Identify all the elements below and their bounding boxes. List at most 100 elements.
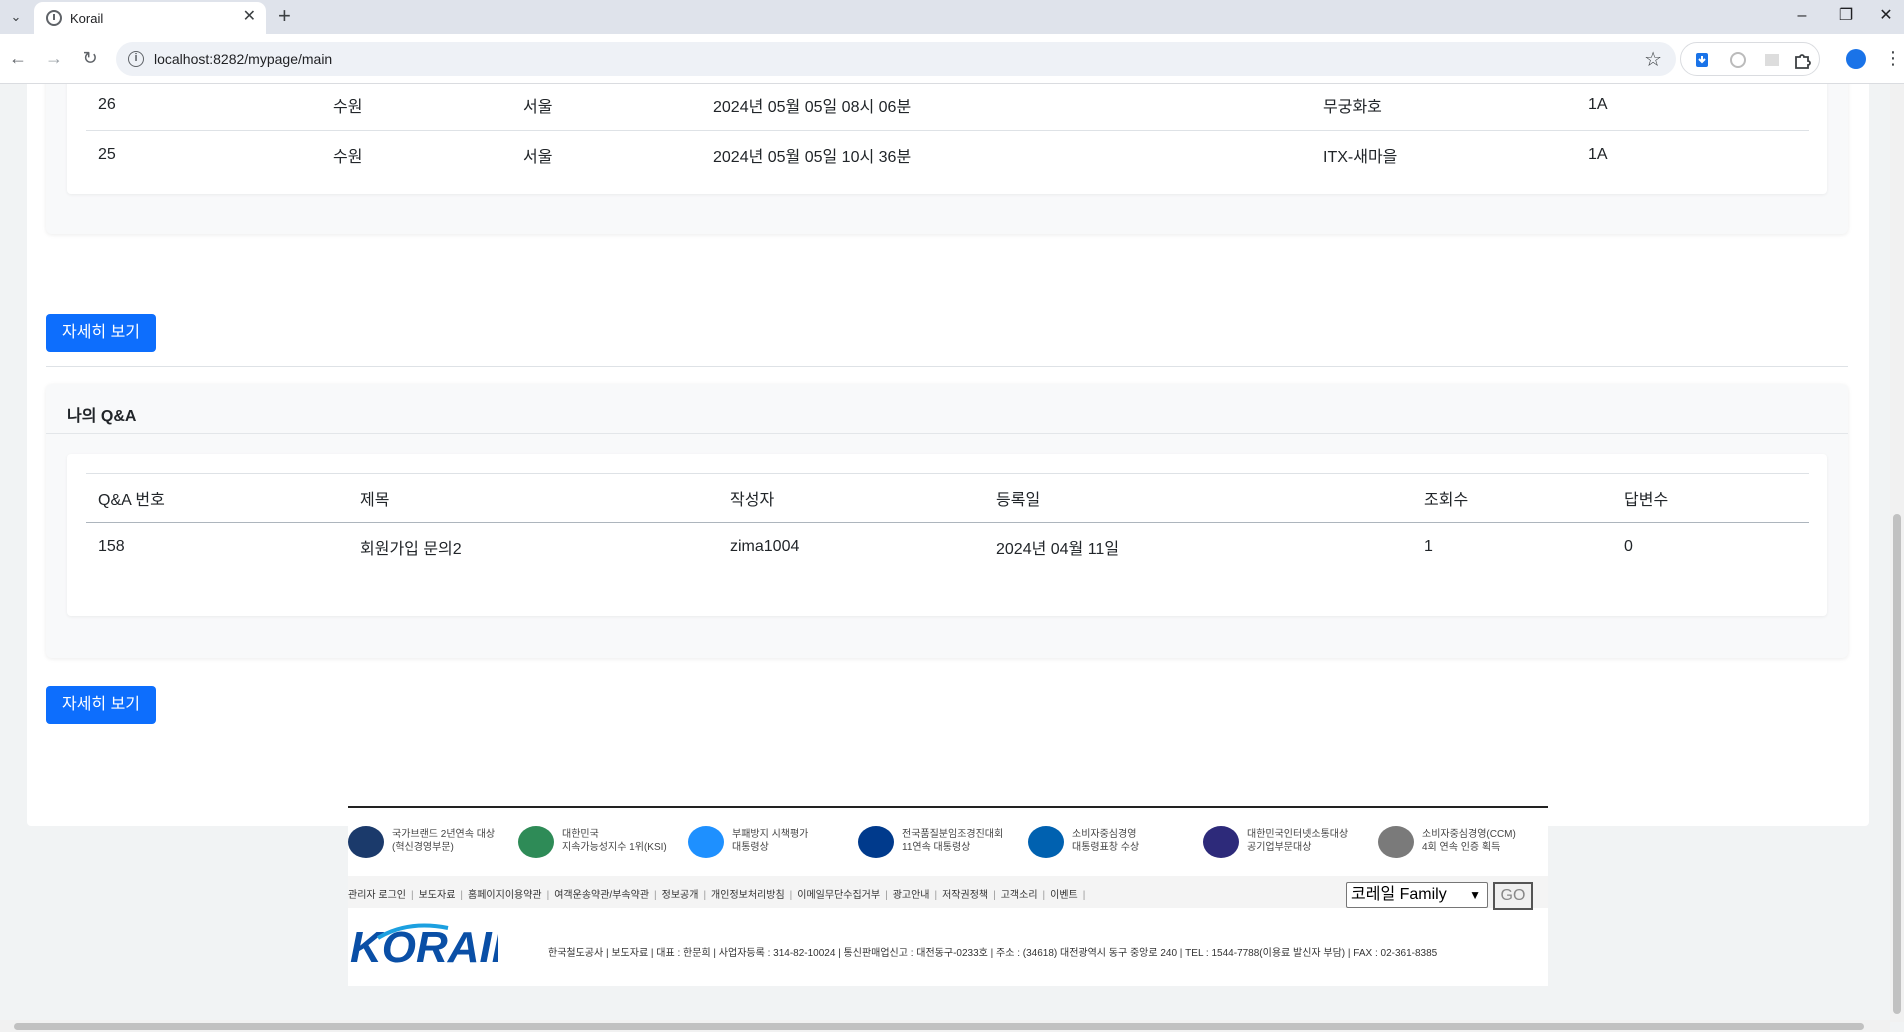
reservation-no: 26	[86, 84, 321, 131]
reservation-datetime: 2024년 05월 05일 08시 06분	[701, 84, 1311, 131]
tab-favicon-icon	[46, 10, 62, 26]
korail-logo[interactable]: KORAIL	[348, 918, 498, 976]
minimize-icon[interactable]: –	[1782, 4, 1822, 28]
footer-link[interactable]: 고객소리	[1001, 890, 1038, 901]
company-info: 한국철도공사 | 보도자료 | 대표 : 한문희 | 사업자등록 : 314-8…	[548, 948, 1438, 959]
footer-link[interactable]: 이벤트	[1050, 890, 1078, 901]
footer-link[interactable]: 광고안내	[893, 890, 930, 901]
ccm-award-icon	[1378, 826, 1414, 858]
family-go-button[interactable]: GO	[1493, 882, 1533, 910]
link-separator: |	[410, 890, 414, 901]
icsi-award-icon	[1203, 826, 1239, 858]
award-text: 전국품질분임조경진대회 11연속 대통령상	[902, 829, 1004, 853]
award-text: 국가브랜드 2년연속 대상 (혁신경영부문)	[392, 829, 496, 853]
reservation-table: 26 수원 서울 2024년 05월 05일 08시 06분 무궁화호 1A 2…	[86, 84, 1809, 179]
qna-author: zima1004	[730, 538, 800, 556]
award-text: 부패방지 시책평가 대통령상	[732, 829, 809, 853]
reservation-detail-button[interactable]: 자세히 보기	[46, 314, 156, 352]
footer-links: 관리자 로그인 | 보도자료 | 홈페이지이용약관 | 여객운송약관/부속약관 | 정보공개 | 개…	[348, 886, 1090, 901]
link-separator: |	[546, 890, 550, 901]
family-site-select[interactable]: 코레일 Family ▼	[1346, 882, 1488, 908]
download-extension-icon[interactable]	[1693, 51, 1711, 69]
link-separator: |	[934, 890, 938, 901]
link-separator: |	[703, 890, 707, 901]
footer-link[interactable]: 홈페이지이용약관	[468, 890, 542, 901]
korail-logo-text: KORAIL	[350, 923, 498, 972]
footer-link[interactable]: 이메일무단수집거부	[797, 890, 880, 901]
vertical-scroll-thumb[interactable]	[1893, 514, 1901, 1014]
extension-circle-icon[interactable]	[1729, 51, 1747, 69]
chevron-down-icon: ▼	[1469, 888, 1481, 902]
award-text: 대한민국인터넷소통대상 공기업부문대상	[1247, 829, 1349, 853]
bookmark-star-icon[interactable]: ☆	[1644, 47, 1662, 72]
section-divider	[46, 366, 1848, 367]
footer-link[interactable]: 개인정보처리방침	[711, 890, 785, 901]
qna-section-title: 나의 Q&A	[46, 384, 1848, 434]
qna-table-header: Q&A 번호 제목 작성자 등록일 조회수 답변수	[86, 473, 1809, 523]
qna-table-card: Q&A 번호 제목 작성자 등록일 조회수 답변수 158 회원가입 문의2 z…	[67, 454, 1827, 616]
qna-views: 1	[1424, 538, 1433, 556]
ksi-award-icon	[518, 826, 554, 858]
address-bar[interactable]: i localhost:8282/mypage/main ☆	[116, 42, 1676, 76]
browser-toolbar: ← → ↻ i localhost:8282/mypage/main ☆ ⋮	[0, 34, 1904, 84]
browser-menu-icon[interactable]: ⋮	[1884, 46, 1902, 70]
column-header: 등록일	[984, 473, 1412, 523]
table-row[interactable]: 158 회원가입 문의2 zima1004 2024년 04월 11일 1 0	[86, 523, 1809, 572]
forward-arrow-icon[interactable]: →	[42, 46, 66, 70]
restore-icon[interactable]: ❐	[1826, 4, 1866, 28]
award-text: 소비자중심경영 대통령표창 수상	[1072, 829, 1140, 853]
site-footer: 국가브랜드 2년연속 대상 (혁신경영부문) 대한민국 지속가능성지수 1위(KS…	[348, 806, 1548, 986]
reservation-datetime: 2024년 05월 05일 10시 36분	[713, 148, 912, 166]
qna-title-link[interactable]: 회원가입 문의2	[348, 523, 718, 572]
table-row[interactable]: 25 수원 서울 2024년 05월 05일 10시 36분 ITX-새마을 1…	[86, 130, 1809, 179]
extensions-puzzle-icon[interactable]	[1793, 51, 1811, 69]
fair-trade-award-icon	[1028, 826, 1064, 858]
reservation-seat: 1A	[1576, 84, 1809, 131]
reservation-train: 무궁화호	[1311, 84, 1576, 131]
column-header: Q&A 번호	[86, 473, 348, 523]
reservation-from: 수원	[333, 148, 363, 166]
profile-avatar-icon[interactable]	[1846, 49, 1866, 69]
family-select-value: 코레일 Family	[1351, 886, 1447, 903]
kpa-award-icon	[858, 826, 894, 858]
footer-link[interactable]: 저작권정책	[942, 890, 988, 901]
reservation-to: 서울	[523, 148, 553, 166]
browser-tab-bar: ⌄ Korail ✕ + – ❐ ✕	[0, 0, 1904, 34]
footer-link[interactable]: 관리자 로그인	[348, 890, 406, 901]
page-viewport: 26 수원 서울 2024년 05월 05일 08시 06분 무궁화호 1A 2…	[0, 84, 1890, 1022]
reservation-no: 25	[98, 145, 116, 163]
reservation-table-card: 26 수원 서울 2024년 05월 05일 08시 06분 무궁화호 1A 2…	[67, 84, 1827, 194]
horizontal-scrollbar[interactable]	[0, 1020, 1890, 1032]
qna-no: 158	[98, 538, 125, 556]
link-separator: |	[460, 890, 464, 901]
qna-date: 2024년 04월 11일	[996, 541, 1120, 559]
column-header: 작성자	[718, 473, 984, 523]
footer-link[interactable]: 여객운송약관/부속약관	[554, 890, 649, 901]
column-header: 답변수	[1612, 473, 1809, 523]
reservation-seat: 1A	[1588, 145, 1608, 163]
browser-tab[interactable]: Korail ✕	[34, 2, 266, 34]
link-separator: |	[993, 890, 996, 901]
tab-close-icon[interactable]: ✕	[243, 8, 256, 26]
new-tab-button[interactable]: +	[278, 4, 291, 28]
tab-search-chevron-icon[interactable]: ⌄	[4, 6, 28, 28]
link-separator: |	[789, 890, 793, 901]
horizontal-scroll-thumb[interactable]	[14, 1023, 1864, 1030]
award-text: 소비자중심경영(CCM) 4회 연속 인증 획득	[1422, 829, 1516, 853]
qna-table: Q&A 번호 제목 작성자 등록일 조회수 답변수 158 회원가입 문의2 z…	[86, 473, 1809, 572]
reservation-from: 수원	[321, 84, 511, 131]
window-close-icon[interactable]: ✕	[1866, 4, 1904, 28]
address-url[interactable]: localhost:8282/mypage/main	[154, 51, 332, 67]
vertical-scrollbar[interactable]	[1890, 84, 1904, 1022]
award-text: 대한민국 지속가능성지수 1위(KSI)	[562, 829, 667, 853]
table-row[interactable]: 26 수원 서울 2024년 05월 05일 08시 06분 무궁화호 1A	[86, 84, 1809, 131]
back-arrow-icon[interactable]: ←	[6, 46, 30, 70]
footer-link[interactable]: 정보공개	[662, 890, 699, 901]
extension-square-icon[interactable]	[1763, 51, 1781, 69]
qna-detail-button[interactable]: 자세히 보기	[46, 686, 156, 724]
link-separator: |	[1082, 890, 1086, 901]
site-info-icon[interactable]: i	[128, 51, 144, 67]
footer-link[interactable]: 보도자료	[419, 890, 456, 901]
reload-icon[interactable]: ↻	[78, 46, 102, 70]
link-separator: |	[885, 890, 888, 901]
